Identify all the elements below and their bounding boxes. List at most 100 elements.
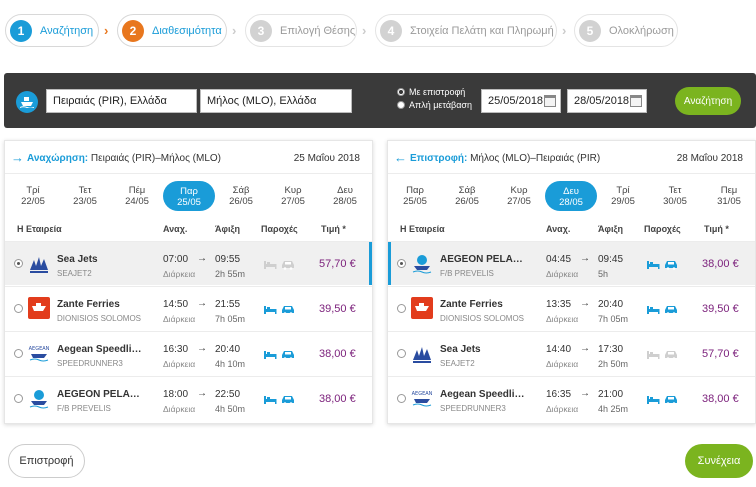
day-tab[interactable]: Σάβ 26/05 [441,181,493,211]
departure-date-input[interactable]: 25/05/2018 [481,89,561,113]
select-radio[interactable] [14,394,23,403]
ferry-row[interactable]: AEGEAN Aegean Speedli… SPEEDRUNNER3 16:30 → 2… [5,331,372,375]
arrival-time: 17:30 [598,344,624,355]
duration-label: Διάρκεια [546,359,579,369]
company-name: AEGEON PELA… [440,254,523,265]
day-tab[interactable]: Σάβ 26/05 [215,181,267,211]
ferry-row[interactable]: Sea Jets SEAJET2 14:40 → 17:30 Διάρκεια 2h 50m… [388,331,755,375]
ferry-row[interactable]: Sea Jets SEAJET2 07:00 → 09:55 Διάρκεια 2h 55m… [5,241,372,285]
price: 57,70 € [702,348,739,360]
select-radio[interactable] [397,304,406,313]
car-icon [664,257,678,275]
company-logo [28,252,50,274]
duration-label: Διάρκεια [163,404,196,414]
price: 38,00 € [319,348,356,360]
search-button[interactable]: Αναζήτηση [675,87,741,115]
ferry-row[interactable]: AEGEON PELA… F/B PREVELIS 18:00 → 22:50 Διάρκ… [5,376,372,420]
ferry-row[interactable]: AEGEON PELA… F/B PREVELIS 04:45 → 09:45 Διάρκ… [388,241,755,285]
chevron-right-icon: › [232,23,237,38]
vessel-name: SPEEDRUNNER3 [57,359,123,368]
duration-value: 2h 50m [598,359,629,369]
day-tab[interactable]: Κυρ 27/05 [267,181,319,211]
arrow-right-icon: → [580,298,590,309]
arrow-right-icon: → [580,253,590,264]
day-tab[interactable]: Κυρ 27/05 [493,181,545,211]
inbound-header: ← Επιστροφή: Μήλος (MLO)–Πειραιάς (PIR) … [388,141,755,174]
day-tab[interactable]: Πέμ 24/05 [111,181,163,211]
car-icon [281,257,295,275]
day-tab[interactable]: Τρί 29/05 [597,181,649,211]
select-radio[interactable] [397,259,406,268]
arrival-time: 09:45 [598,254,624,265]
bed-icon [646,392,660,410]
departure-time: 16:30 [163,344,189,355]
bed-icon [263,302,277,320]
origin-input[interactable]: Πειραιάς (PIR), Ελλάδα [46,89,197,113]
ferry-row[interactable]: AEGEAN Aegean Speedli… SPEEDRUNNER3 16:35 → 2… [388,376,755,420]
col-departure: Αναχ. [163,224,188,234]
selection-indicator [369,242,372,285]
departure-time: 14:40 [546,344,572,355]
calendar-icon[interactable] [630,95,642,107]
return-date-input[interactable]: 28/05/2018 [567,89,647,113]
departure-time: 16:35 [546,389,572,400]
vessel-name: SEAJET2 [57,269,92,278]
day-tab[interactable]: Τετ 30/05 [649,181,701,211]
price: 39,50 € [319,303,356,315]
ferry-row[interactable]: Zante Ferries DIONISIOS SOLOMOS 13:35 → 20:4… [388,286,755,330]
select-radio[interactable] [397,349,406,358]
chevron-right-icon: › [562,23,567,38]
step-search[interactable]: 1 Αναζήτηση [5,14,99,47]
chevron-right-icon: › [362,23,367,38]
inbound-title: Επιστροφή: Μήλος (MLO)–Πειραιάς (PIR) [410,153,601,164]
arrival-time: 20:40 [215,344,241,355]
day-tab[interactable]: Τετ 23/05 [59,181,111,211]
amenities [646,347,678,365]
select-radio[interactable] [14,349,23,358]
price: 39,50 € [702,303,739,315]
company-logo [411,342,433,364]
step-label: Επιλογή Θέσης [280,24,356,37]
roundtrip-option[interactable]: Με επιστροφή [397,87,465,97]
day-tab-selected[interactable]: Δευ 28/05 [545,181,597,211]
step-seat-selection: 3 Επιλογή Θέσης [245,14,357,47]
destination-input[interactable]: Μήλος (MLO), Ελλάδα [200,89,352,113]
company-name: Sea Jets [440,344,481,355]
departure-date-value: 25/05/2018 [488,95,544,107]
svg-text:AEGEAN: AEGEAN [29,346,50,352]
arrow-right-icon: → [197,253,207,264]
step-number: 4 [380,19,402,42]
inbound-panel: ← Επιστροφή: Μήλος (MLO)–Πειραιάς (PIR) … [387,140,756,424]
oneway-option[interactable]: Απλή μετάβαση [397,100,472,110]
ship-icon [16,91,38,113]
bed-icon [646,347,660,365]
continue-button[interactable]: Συνέχεια [685,444,753,478]
select-radio[interactable] [14,304,23,313]
ferry-row[interactable]: Zante Ferries DIONISIOS SOLOMOS 14:50 → 21:5… [5,286,372,330]
day-tab[interactable]: Παρ 25/05 [389,181,441,211]
car-icon [664,302,678,320]
step-availability[interactable]: 2 Διαθεσιμότητα [117,14,227,47]
calendar-icon[interactable] [544,95,556,107]
step-number: 1 [10,19,32,42]
day-tab[interactable]: Τρί 22/05 [7,181,59,211]
back-button[interactable]: Επιστροφή [8,444,85,478]
bed-icon [646,257,660,275]
price: 38,00 € [319,393,356,405]
select-radio[interactable] [14,259,23,268]
company-name: AEGEON PELA… [57,389,140,400]
day-tab[interactable]: Δευ 28/05 [319,181,371,211]
day-tab[interactable]: Πεμ 31/05 [703,181,755,211]
company-logo [28,297,50,319]
step-number: 3 [250,19,272,42]
duration-label: Διάρκεια [546,314,579,324]
col-company: Η Εταιρεία [400,224,445,234]
day-tab-selected[interactable]: Παρ 25/05 [163,181,215,211]
return-date-value: 28/05/2018 [574,95,630,107]
outbound-column-headers: Η Εταιρεία Αναχ. Άφιξη Παροχές Τιμή * [5,219,372,241]
select-radio[interactable] [397,394,406,403]
selection-indicator [388,242,391,285]
arrival-time: 21:55 [215,299,241,310]
arrow-right-icon: → [580,343,590,354]
amenities [263,302,295,320]
